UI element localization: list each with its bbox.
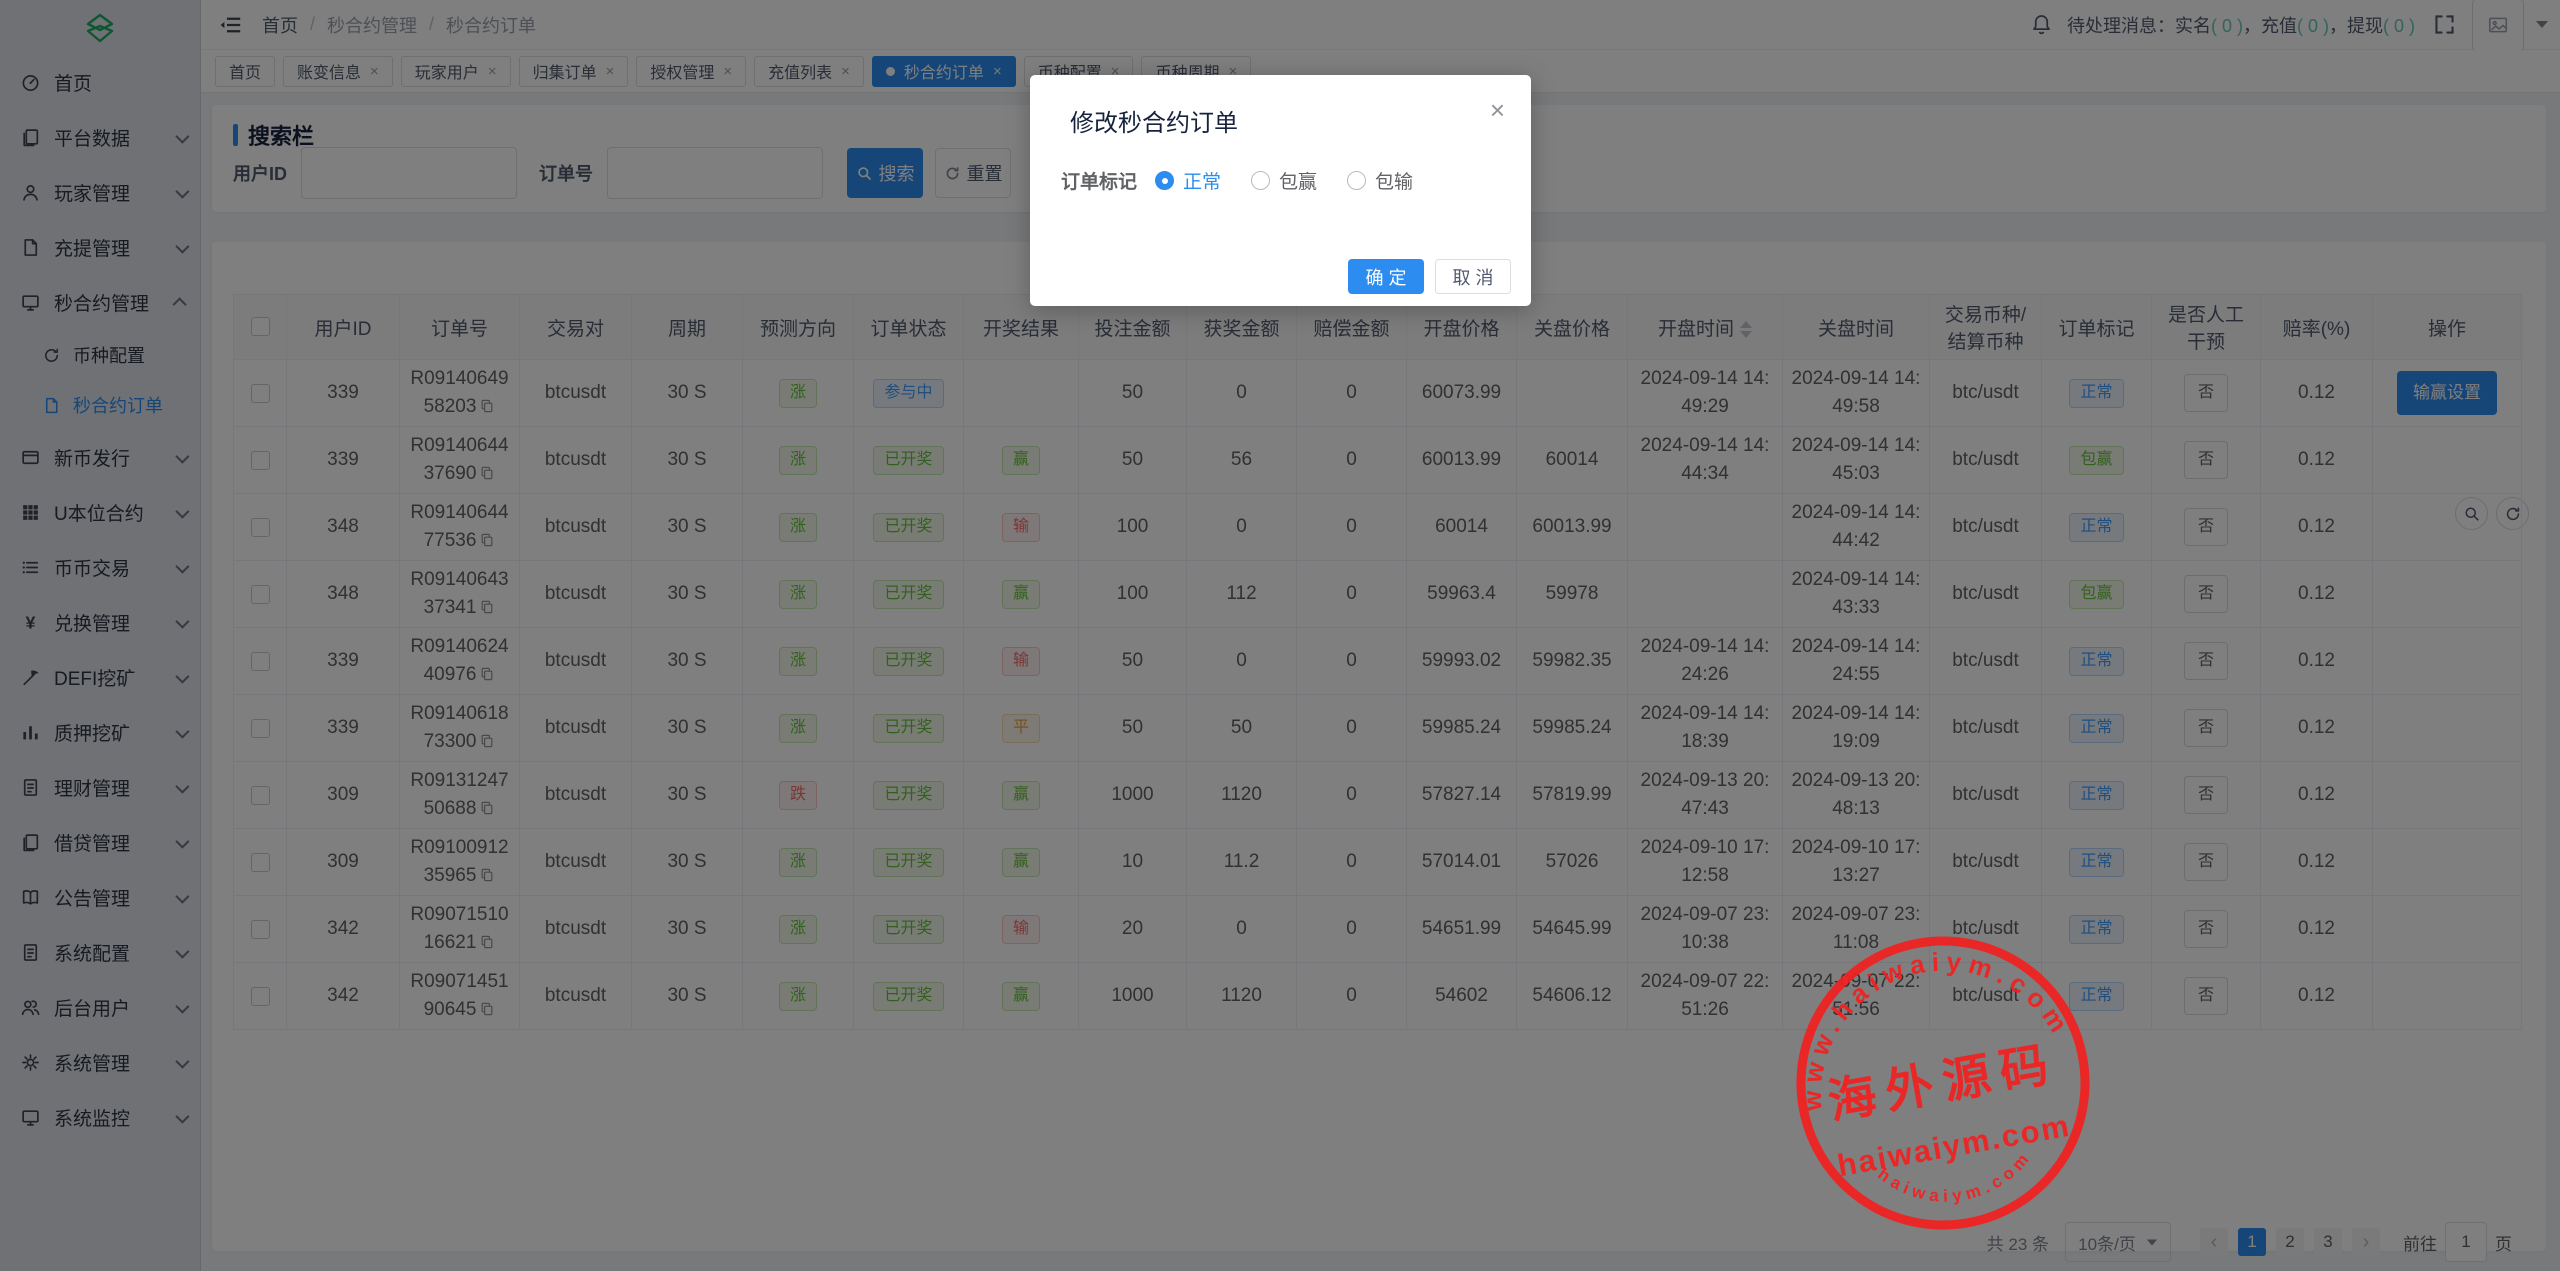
radio-正常[interactable]: 正常 xyxy=(1155,167,1221,194)
close-icon[interactable]: × xyxy=(1490,97,1505,123)
radio-包输[interactable]: 包输 xyxy=(1347,167,1413,194)
modal-title: 修改秒合约订单 xyxy=(1070,103,1238,138)
radio-label: 包赢 xyxy=(1279,167,1317,194)
confirm-button[interactable]: 确 定 xyxy=(1348,259,1424,294)
radio-label: 正常 xyxy=(1183,167,1221,194)
radio-circle-icon xyxy=(1251,171,1270,190)
modal-footer: 确 定 取 消 xyxy=(1348,259,1511,294)
radio-包赢[interactable]: 包赢 xyxy=(1251,167,1317,194)
order-mark-form: 订单标记 正常 包赢 包输 xyxy=(1061,167,1443,194)
cancel-button[interactable]: 取 消 xyxy=(1435,259,1511,294)
radio-circle-icon xyxy=(1155,171,1174,190)
edit-order-modal: 修改秒合约订单 × 订单标记 正常 包赢 包输 确 定 取 消 xyxy=(1030,75,1531,306)
radio-label: 包输 xyxy=(1375,167,1413,194)
order-mark-label: 订单标记 xyxy=(1061,167,1137,194)
radio-circle-icon xyxy=(1347,171,1366,190)
